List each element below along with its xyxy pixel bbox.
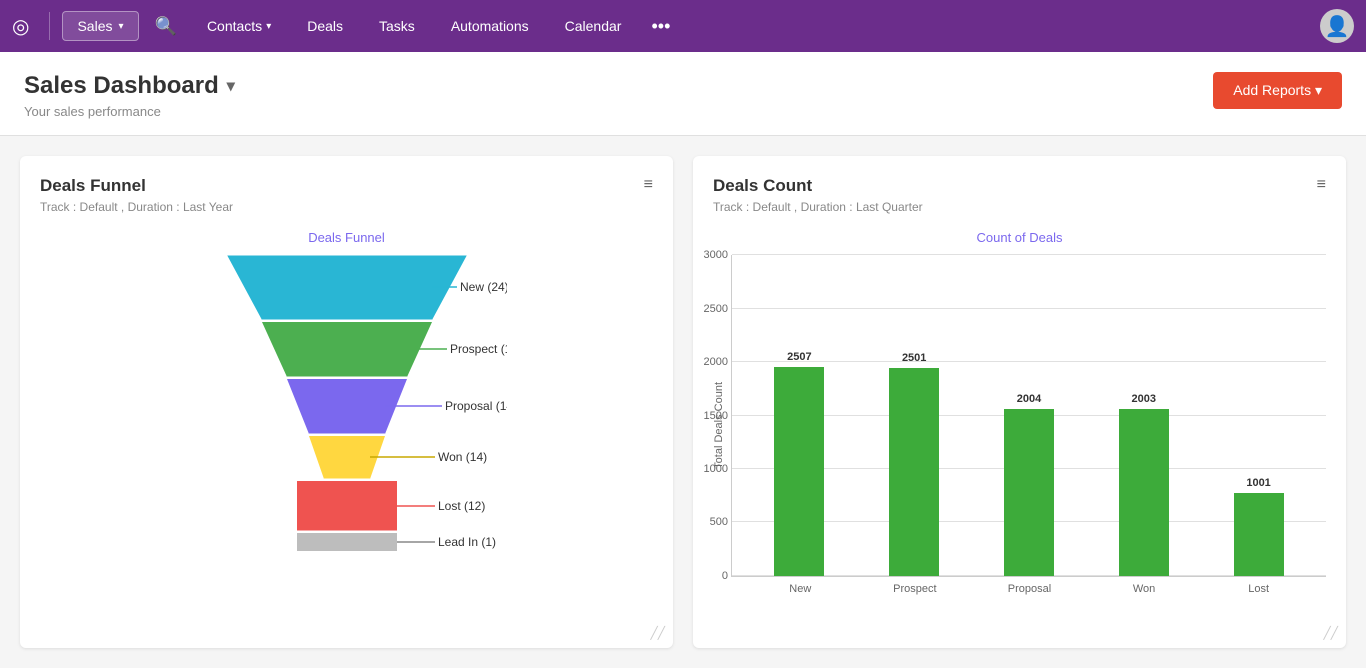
chevron-down-icon: ▾ [118, 21, 123, 32]
app-logo: ◎ [12, 14, 29, 39]
nav-deals[interactable]: Deals [293, 18, 357, 34]
bars-area: 2507 2501 2004 [732, 255, 1326, 576]
funnel-chart-title: Deals Funnel [40, 176, 653, 196]
svg-text:Proposal (14): Proposal (14) [445, 399, 507, 413]
bar-chart-inner: Total Deals Count 3000 2500 2000 1500 10… [713, 255, 1326, 595]
title-chevron-down-icon[interactable]: ▾ [227, 76, 235, 96]
funnel-svg: New (24) Prospect (10) Proposal (14) Won… [187, 255, 507, 565]
more-options-icon[interactable]: ••• [643, 16, 678, 37]
x-label-proposal: Proposal [1004, 583, 1054, 595]
bar-value-won: 2003 [1132, 393, 1156, 405]
funnel-stage-prospect[interactable] [262, 322, 432, 377]
page-subtitle: Your sales performance [24, 104, 235, 119]
x-label-prospect: Prospect [890, 583, 940, 595]
funnel-svg-area: New (24) Prospect (10) Proposal (14) Won… [40, 255, 653, 565]
bar-won[interactable] [1119, 409, 1169, 576]
nav-contacts[interactable]: Contacts ▾ [193, 18, 285, 34]
x-label-won: Won [1119, 583, 1169, 595]
diagonal-lines-decoration: ╱╱ [651, 626, 665, 640]
page-title-group: Sales Dashboard ▾ Your sales performance [24, 72, 235, 119]
x-label-new: New [775, 583, 825, 595]
page-title: Sales Dashboard ▾ [24, 72, 235, 100]
top-navigation: ◎ Sales ▾ 🔍 Contacts ▾ Deals Tasks Autom… [0, 0, 1366, 52]
diagonal-lines-decoration-bar: ╱╱ [1324, 626, 1338, 640]
y-axis-label: Total Deals Count [713, 382, 725, 469]
nav-automations[interactable]: Automations [437, 18, 543, 34]
funnel-wrapper: New (24) Prospect (10) Proposal (14) Won… [40, 255, 653, 565]
svg-text:Won (14): Won (14) [438, 450, 487, 464]
x-axis-labels: New Prospect Proposal Won Lost [733, 577, 1326, 595]
funnel-stage-leadin[interactable] [297, 533, 397, 551]
bar-group-prospect: 2501 [889, 352, 939, 577]
bar-chart-grid: 3000 2500 2000 1500 1000 500 0 2507 [731, 255, 1326, 577]
funnel-chart-card: Deals Funnel Track : Default , Duration … [20, 156, 673, 648]
add-reports-button[interactable]: Add Reports ▾ [1213, 72, 1342, 109]
funnel-chart-subtitle: Track : Default , Duration : Last Year [40, 200, 653, 214]
bar-chart-plot: 3000 2500 2000 1500 1000 500 0 2507 [731, 255, 1326, 595]
main-content: Deals Funnel Track : Default , Duration … [0, 136, 1366, 668]
user-avatar[interactable]: 👤 [1320, 9, 1354, 43]
nav-calendar[interactable]: Calendar [551, 18, 636, 34]
funnel-stage-new[interactable] [227, 255, 467, 320]
bar-proposal[interactable] [1004, 409, 1054, 576]
bar-group-won: 2003 [1119, 393, 1169, 576]
bar-group-new: 2507 [774, 351, 824, 576]
bar-chart-card: Deals Count Track : Default , Duration :… [693, 156, 1346, 648]
bar-chart-menu-icon[interactable]: ≡ [1317, 176, 1326, 194]
bar-chart-container: Total Deals Count 3000 2500 2000 1500 10… [713, 255, 1326, 595]
funnel-chart-label: Deals Funnel [40, 230, 653, 245]
bar-new[interactable] [774, 367, 824, 576]
svg-text:Lost (12): Lost (12) [438, 499, 485, 513]
svg-text:Lead In (1): Lead In (1) [438, 535, 496, 549]
svg-text:Prospect (10): Prospect (10) [450, 342, 507, 356]
bar-group-proposal: 2004 [1004, 393, 1054, 576]
x-label-lost: Lost [1234, 583, 1284, 595]
nav-divider [49, 12, 50, 40]
bar-chart-subtitle: Track : Default , Duration : Last Quarte… [713, 200, 1326, 214]
funnel-stage-lost[interactable] [297, 481, 397, 531]
bar-value-proposal: 2004 [1017, 393, 1041, 405]
bar-chart-title: Deals Count [713, 176, 1326, 196]
bar-value-new: 2507 [787, 351, 811, 363]
page-header: Sales Dashboard ▾ Your sales performance… [0, 52, 1366, 136]
bar-value-prospect: 2501 [902, 352, 926, 364]
app-selector-label: Sales [77, 18, 112, 34]
app-selector-dropdown[interactable]: Sales ▾ [62, 11, 138, 41]
nav-tasks[interactable]: Tasks [365, 18, 429, 34]
bar-group-lost: 1001 [1234, 477, 1284, 577]
funnel-chart-menu-icon[interactable]: ≡ [644, 176, 653, 194]
bar-prospect[interactable] [889, 368, 939, 577]
bar-chart-label: Count of Deals [713, 230, 1326, 245]
chevron-down-icon: ▾ [266, 21, 271, 32]
bar-lost[interactable] [1234, 493, 1284, 577]
bar-value-lost: 1001 [1246, 477, 1270, 489]
search-icon[interactable]: 🔍 [155, 16, 177, 37]
svg-text:New (24): New (24) [460, 280, 507, 294]
